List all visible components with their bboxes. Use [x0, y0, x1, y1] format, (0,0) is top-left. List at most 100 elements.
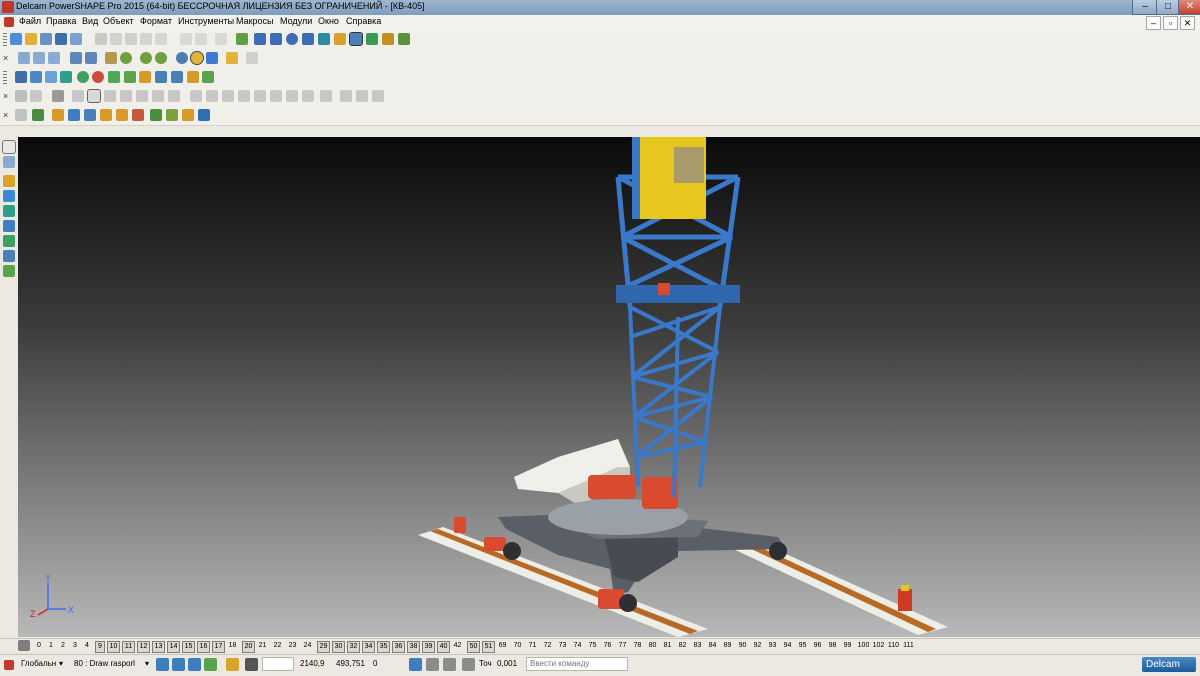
- level-16[interactable]: 16: [197, 641, 210, 653]
- shading-icon[interactable]: [349, 32, 363, 46]
- shell-icon[interactable]: [254, 90, 266, 102]
- axis-icon[interactable]: [32, 109, 44, 121]
- fillet-icon[interactable]: [222, 90, 234, 102]
- side-dimension-icon[interactable]: [3, 250, 15, 262]
- workplane-select[interactable]: Глобальн: [21, 659, 56, 668]
- level-30[interactable]: 30: [332, 641, 345, 653]
- level-74[interactable]: 74: [572, 641, 583, 651]
- level-23[interactable]: 23: [287, 641, 298, 651]
- limit-icon[interactable]: [320, 90, 332, 102]
- view-multi-icon[interactable]: [85, 52, 97, 64]
- level-82[interactable]: 82: [677, 641, 688, 651]
- mdi-close-button[interactable]: ✕: [1180, 16, 1195, 30]
- workplane-dropdown-icon[interactable]: ▾: [59, 659, 63, 668]
- split-icon[interactable]: [286, 90, 298, 102]
- save-icon[interactable]: [40, 33, 52, 45]
- menu-tools[interactable]: Инструменты: [178, 16, 234, 26]
- level-dropdown-icon[interactable]: ▾: [145, 659, 149, 668]
- idea-icon[interactable]: [226, 52, 238, 64]
- menu-view[interactable]: Вид: [82, 16, 98, 26]
- levels-icon[interactable]: [18, 640, 30, 651]
- command-input[interactable]: [526, 657, 628, 671]
- surface-wizard-icon[interactable]: [45, 71, 57, 83]
- level-18[interactable]: 18: [227, 641, 238, 651]
- level-50[interactable]: 50: [467, 641, 480, 653]
- level-21[interactable]: 21: [257, 641, 268, 651]
- lighting-icon[interactable]: [206, 52, 218, 64]
- part-icon[interactable]: [84, 109, 96, 121]
- level-24[interactable]: 24: [302, 641, 313, 651]
- measure-status-icon[interactable]: [462, 658, 475, 671]
- level-99[interactable]: 99: [842, 641, 853, 651]
- toolbar-grip[interactable]: [3, 33, 7, 46]
- calculator-icon[interactable]: [409, 658, 422, 671]
- level-71[interactable]: 71: [527, 641, 538, 651]
- extrude-icon[interactable]: [155, 71, 167, 83]
- level-11[interactable]: 11: [122, 641, 135, 653]
- toolbar-close-icon[interactable]: ×: [3, 53, 8, 63]
- level-1[interactable]: 1: [47, 641, 55, 651]
- fill-icon[interactable]: [60, 71, 72, 83]
- document-icon[interactable]: [4, 17, 14, 27]
- explode-icon[interactable]: [182, 109, 194, 121]
- level-70[interactable]: 70: [512, 641, 523, 651]
- grid-icon[interactable]: [15, 90, 27, 102]
- grid-toggle-icon[interactable]: [245, 658, 258, 671]
- level-90[interactable]: 90: [737, 641, 748, 651]
- level-80[interactable]: 80: [647, 641, 658, 651]
- mate-icon[interactable]: [166, 109, 178, 121]
- edit-icon[interactable]: [72, 90, 84, 102]
- measure-icon[interactable]: [198, 109, 210, 121]
- pointer-icon[interactable]: [2, 140, 16, 154]
- tree-icon[interactable]: [372, 90, 384, 102]
- shaded-view-icon[interactable]: [190, 51, 204, 65]
- red-sphere-icon[interactable]: [92, 71, 104, 83]
- drive-icon[interactable]: [187, 71, 199, 83]
- mirror-icon[interactable]: [152, 90, 164, 102]
- level-12[interactable]: 12: [137, 641, 150, 653]
- level-51[interactable]: 51: [482, 641, 495, 653]
- surface-icon[interactable]: [318, 33, 330, 45]
- component-icon[interactable]: [52, 109, 64, 121]
- level-29[interactable]: 29: [317, 641, 330, 653]
- delete-icon[interactable]: [155, 33, 167, 45]
- minimize-button[interactable]: –: [1132, 0, 1158, 15]
- hand-icon[interactable]: [246, 52, 258, 64]
- level-76[interactable]: 76: [602, 641, 613, 651]
- new-icon[interactable]: [10, 33, 22, 45]
- view-iso-icon[interactable]: [18, 52, 30, 64]
- paste-icon[interactable]: [125, 33, 137, 45]
- level-110[interactable]: 110: [887, 641, 900, 651]
- arc-icon[interactable]: [270, 33, 282, 45]
- level-100[interactable]: 100: [857, 641, 870, 651]
- level-2[interactable]: 2: [59, 641, 67, 651]
- level-4[interactable]: 4: [83, 641, 91, 651]
- side-surface-icon[interactable]: [3, 205, 15, 217]
- graphics-viewport[interactable]: Y X Z: [18, 137, 1200, 637]
- level-111[interactable]: 111: [902, 641, 915, 651]
- toolbar-grip[interactable]: [3, 71, 7, 84]
- mdi-restore-button[interactable]: ▫: [1163, 16, 1178, 30]
- view-side-icon[interactable]: [70, 52, 82, 64]
- view-front-icon[interactable]: [48, 52, 60, 64]
- level-89[interactable]: 89: [722, 641, 733, 651]
- side-mesh-icon[interactable]: [3, 235, 15, 247]
- menu-modules[interactable]: Модули: [280, 16, 312, 26]
- mdi-minimize-button[interactable]: –: [1146, 16, 1161, 30]
- info-icon[interactable]: [426, 658, 439, 671]
- level-36[interactable]: 36: [392, 641, 405, 653]
- print-icon[interactable]: [70, 33, 82, 45]
- constraint-icon[interactable]: [132, 109, 144, 121]
- trim-icon[interactable]: [52, 90, 64, 102]
- level-78[interactable]: 78: [632, 641, 643, 651]
- list-icon[interactable]: [443, 658, 456, 671]
- level-40[interactable]: 40: [437, 641, 450, 653]
- mesh-icon[interactable]: [366, 33, 378, 45]
- eraser-icon[interactable]: [140, 33, 152, 45]
- undo-icon[interactable]: [180, 33, 192, 45]
- close-button[interactable]: ✕: [1178, 0, 1200, 15]
- save-as-icon[interactable]: [55, 33, 67, 45]
- globe-icon[interactable]: [176, 52, 188, 64]
- level-95[interactable]: 95: [797, 641, 808, 651]
- level-32[interactable]: 32: [347, 641, 360, 653]
